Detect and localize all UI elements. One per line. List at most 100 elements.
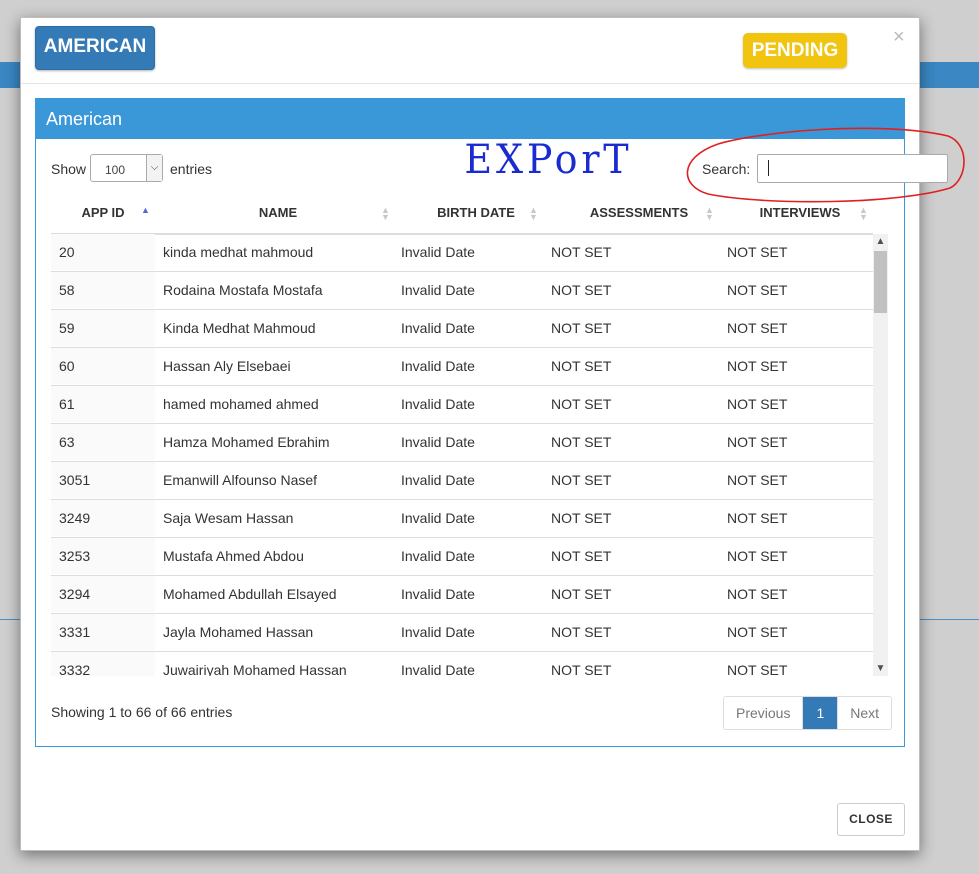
table-cell-id: 3331 — [51, 614, 155, 650]
table-cell-assess: NOT SET — [551, 548, 612, 564]
table-cell-assess: NOT SET — [551, 244, 612, 260]
table-cell-id: 3253 — [51, 538, 155, 574]
search-input[interactable] — [757, 154, 948, 183]
table-cell-assess: NOT SET — [551, 320, 612, 336]
scroll-down-icon[interactable]: ▼ — [873, 661, 888, 676]
table-cell-interviews: NOT SET — [727, 282, 788, 298]
table-cell-id: 3332 — [51, 652, 155, 676]
table-cell-id: 58 — [51, 272, 155, 308]
table-cell-assess: NOT SET — [551, 434, 612, 450]
table-cell-name: Rodaina Mostafa Mostafa — [163, 282, 323, 298]
close-icon[interactable]: × — [893, 24, 905, 50]
table-body: 20 kinda medhat mahmoud Invalid Date NOT SE… — [51, 234, 873, 676]
table-cell-interviews: NOT SET — [727, 586, 788, 602]
table-cell-name: Juwairiyah Mohamed Hassan — [163, 662, 347, 676]
table-cell-interviews: NOT SET — [727, 662, 788, 676]
sort-both-icon: ▲ ▼ — [529, 205, 538, 222]
table-cell-id: 20 — [51, 234, 155, 270]
chevron-down-icon: ⌵ — [146, 155, 162, 181]
scroll-up-icon[interactable]: ▲ — [873, 234, 888, 249]
table-cell-interviews: NOT SET — [727, 434, 788, 450]
sort-both-icon: ▲ ▼ — [859, 205, 868, 222]
table-cell-birth: Invalid Date — [401, 434, 475, 450]
table-row[interactable]: 3253 Mustafa Ahmed Abdou Invalid Date NOT S… — [51, 538, 873, 576]
table-cell-interviews: NOT SET — [727, 472, 788, 488]
pagination-page-current[interactable]: 1 — [803, 697, 838, 729]
status-badge: PENDING — [743, 33, 847, 68]
table-cell-birth: Invalid Date — [401, 624, 475, 640]
search-label: Search: — [702, 161, 751, 177]
table-cell-id: 61 — [51, 386, 155, 422]
table-cell-assess: NOT SET — [551, 662, 612, 676]
table-cell-interviews: NOT SET — [727, 624, 788, 640]
entries-length-value: 100 — [105, 163, 126, 177]
column-header-label: APP ID — [81, 205, 125, 220]
table-row[interactable]: 63 Hamza Mohamed Ebrahim Invalid Date NOT S… — [51, 424, 873, 462]
table-scrollbar[interactable]: ▲ ▼ — [873, 234, 888, 676]
entries-label: entries — [170, 161, 213, 177]
applicants-modal: AMERICAN PENDING × American Show 100 ⌵ e… — [20, 17, 965, 851]
table-row[interactable]: 59 Kinda Medhat Mahmoud Invalid Date NOT SE… — [51, 310, 873, 348]
column-header-label: BIRTH DATE — [437, 205, 515, 220]
table-cell-interviews: NOT SET — [727, 548, 788, 564]
table-cell-interviews: NOT SET — [727, 244, 788, 260]
table-row[interactable]: 61 hamed mohamed ahmed Invalid Date NOT SET… — [51, 386, 873, 424]
table-cell-birth: Invalid Date — [401, 320, 475, 336]
table-cell-interviews: NOT SET — [727, 396, 788, 412]
column-header-interviews[interactable]: INTERVIEWS ▲ ▼ — [711, 199, 889, 233]
table-cell-interviews: NOT SET — [727, 358, 788, 374]
table-cell-name: Hassan Aly Elsebaei — [163, 358, 291, 374]
table-cell-interviews: NOT SET — [727, 320, 788, 336]
column-header-app-id[interactable]: APP ID ▲ — [51, 199, 155, 233]
table-row[interactable]: 20 kinda medhat mahmoud Invalid Date NOT SE… — [51, 234, 873, 272]
column-header-label: NAME — [258, 205, 298, 220]
scroll-thumb[interactable] — [874, 251, 887, 313]
table-header: APP ID ▲ NAME ▲ ▼ BIRTH DATE ▲ ▼ ASSESSMEN… — [51, 199, 873, 235]
modal-header: AMERICAN PENDING × — [21, 18, 919, 84]
table-cell-name: Kinda Medhat Mahmoud — [163, 320, 316, 336]
table-controls: Show 100 ⌵ entries EXPorT Search: — [36, 127, 965, 203]
entries-length-select[interactable]: 100 ⌵ — [90, 154, 163, 182]
pagination-next[interactable]: Next — [837, 697, 892, 729]
table-cell-name: Mohamed Abdullah Elsayed — [163, 586, 337, 602]
table-row[interactable]: 3249 Saja Wesam Hassan Invalid Date NOT SET… — [51, 500, 873, 538]
table-cell-id: 59 — [51, 310, 155, 346]
table-row[interactable]: 58 Rodaina Mostafa Mostafa Invalid Date NOT… — [51, 272, 873, 310]
pagination: Previous 1 Next — [723, 696, 893, 730]
column-header-label: INTERVIEWS — [759, 205, 841, 220]
table-cell-assess: NOT SET — [551, 472, 612, 488]
table-cell-id: 3294 — [51, 576, 155, 612]
table-row[interactable]: 60 Hassan Aly Elsebaei Invalid Date NOT SET… — [51, 348, 873, 386]
applicants-panel: American Show 100 ⌵ entries EXPorT Searc… — [35, 98, 965, 747]
column-header-birth-date[interactable]: BIRTH DATE ▲ ▼ — [401, 199, 551, 233]
export-annotation: EXPorT — [464, 137, 633, 183]
sort-ascending-icon: ▲ — [141, 205, 150, 215]
table-cell-name: kinda medhat mahmoud — [163, 244, 314, 260]
table-cell-assess: NOT SET — [551, 358, 612, 374]
table-cell-assess: NOT SET — [551, 586, 612, 602]
table-cell-id: 3051 — [51, 462, 155, 498]
table-cell-name: Hamza Mohamed Ebrahim — [163, 434, 330, 450]
table-cell-birth: Invalid Date — [401, 244, 475, 260]
table-cell-name: hamed mohamed ahmed — [163, 396, 319, 412]
table-cell-birth: Invalid Date — [401, 510, 475, 526]
column-header-assessments[interactable]: ASSESSMENTS ▲ ▼ — [551, 199, 727, 233]
table-row[interactable]: 3294 Mohamed Abdullah Elsayed Invalid Date… — [51, 576, 873, 614]
table-cell-birth: Invalid Date — [401, 662, 475, 676]
table-cell-interviews: NOT SET — [727, 510, 788, 526]
table-cell-birth: Invalid Date — [401, 586, 475, 602]
table-cell-name: Mustafa Ahmed Abdou — [163, 548, 304, 564]
table-cell-birth: Invalid Date — [401, 548, 475, 564]
table-row[interactable]: 3051 Emanwill Alfounso Nasef Invalid Date N… — [51, 462, 873, 500]
table-cell-id: 63 — [51, 424, 155, 460]
table-row[interactable]: 3331 Jayla Mohamed Hassan Invalid Date NOT … — [51, 614, 873, 652]
table-cell-id: 60 — [51, 348, 155, 384]
column-header-label: ASSESSMENTS — [589, 205, 689, 220]
sort-both-icon: ▲ ▼ — [381, 205, 390, 222]
pagination-previous[interactable]: Previous — [724, 697, 804, 729]
column-header-name[interactable]: NAME ▲ ▼ — [155, 199, 401, 233]
table-row[interactable]: 3332 Juwairiyah Mohamed Hassan Invalid Dat… — [51, 652, 873, 676]
category-button[interactable]: AMERICAN — [35, 26, 155, 70]
close-button[interactable]: CLOSE — [837, 803, 905, 836]
table-info: Showing 1 to 66 of 66 entries — [51, 704, 233, 720]
